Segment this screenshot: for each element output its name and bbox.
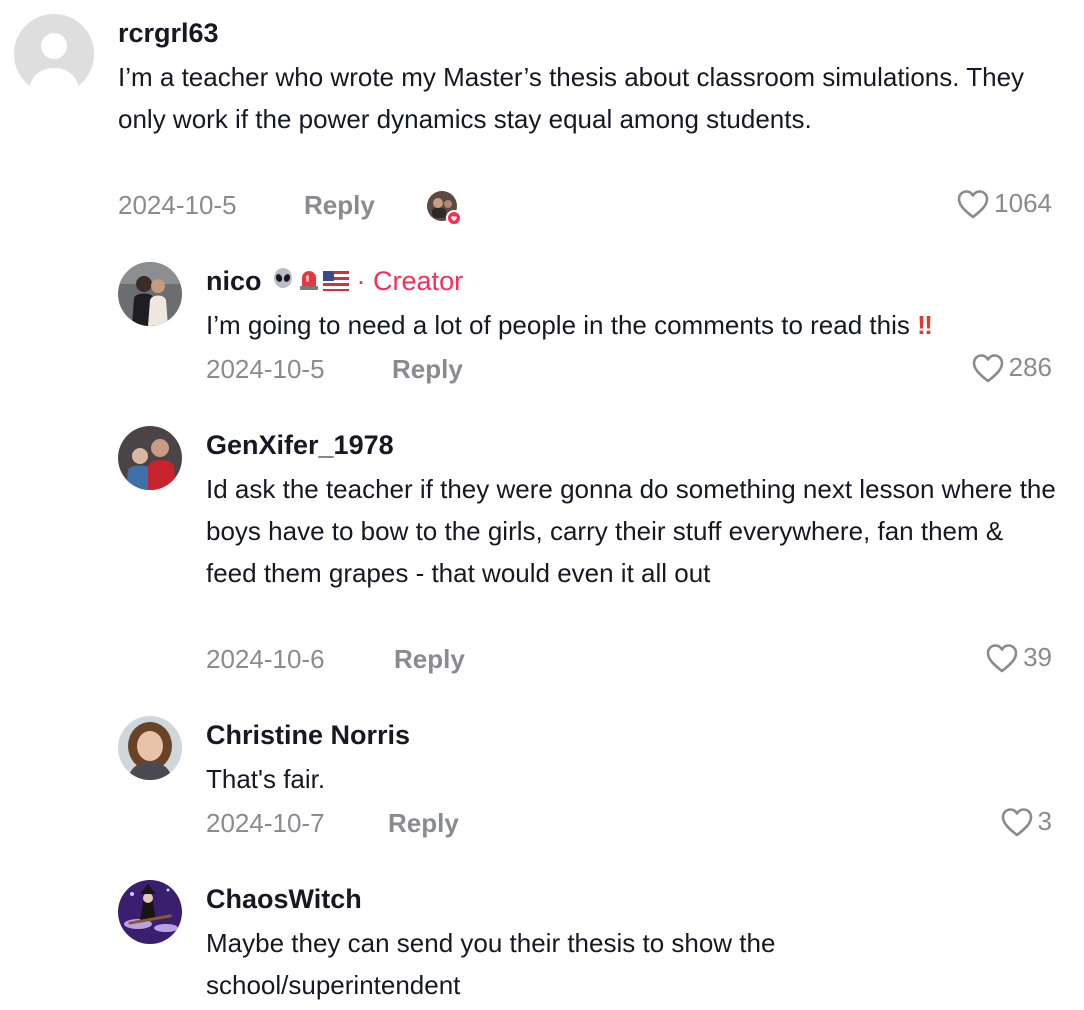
reply-button[interactable]: Reply bbox=[392, 354, 463, 385]
comment-username[interactable]: rcrgrl63 bbox=[118, 18, 219, 49]
avatar[interactable] bbox=[118, 880, 182, 944]
comment-item: ChaosWitch Maybe they can send you their… bbox=[0, 868, 1084, 1010]
comment-text: Id ask the teacher if they were gonna do… bbox=[206, 474, 1056, 588]
comment-text-row: I’m going to need a lot of people in the… bbox=[206, 304, 1066, 346]
like-button[interactable]: 286 bbox=[971, 352, 1052, 383]
comment-item: GenXifer_1978 Id ask the teacher if they… bbox=[0, 414, 1084, 684]
comment-text: I’m a teacher who wrote my Master’s thes… bbox=[118, 62, 1025, 134]
heart-outline-icon bbox=[972, 353, 1003, 382]
alien-emoji-icon bbox=[271, 267, 295, 298]
like-button[interactable]: 1064 bbox=[956, 188, 1052, 219]
avatar[interactable] bbox=[118, 262, 182, 326]
reply-button[interactable]: Reply bbox=[388, 808, 459, 839]
like-button[interactable]: 39 bbox=[985, 642, 1052, 673]
comment-date: 2024-10-6 bbox=[206, 644, 325, 674]
like-count: 3 bbox=[1037, 806, 1052, 836]
like-button[interactable]: 3 bbox=[1000, 806, 1052, 837]
creator-liked-badge-icon bbox=[426, 190, 462, 226]
comment-username[interactable]: nico bbox=[206, 266, 262, 296]
comment-username[interactable]: Christine Norris bbox=[206, 720, 410, 751]
siren-emoji-icon bbox=[297, 267, 321, 298]
comment-date: 2024-10-5 bbox=[206, 354, 325, 384]
like-count: 39 bbox=[1023, 642, 1052, 672]
reply-button[interactable]: Reply bbox=[394, 644, 465, 675]
heart-outline-icon bbox=[1001, 807, 1032, 836]
comment-username[interactable]: GenXifer_1978 bbox=[206, 430, 394, 461]
comment-username[interactable]: ChaosWitch bbox=[206, 884, 362, 915]
avatar[interactable] bbox=[118, 716, 182, 780]
avatar[interactable] bbox=[118, 426, 182, 490]
reply-button[interactable]: Reply bbox=[304, 190, 375, 221]
comment-item: Christine Norris That's fair. 2024-10-7 … bbox=[0, 704, 1084, 854]
comment-item: nico · Creator I’m going to need a lot o… bbox=[0, 250, 1084, 400]
comment-username-row: nico · Creator bbox=[206, 266, 463, 298]
like-count: 286 bbox=[1008, 352, 1052, 382]
heart-outline-icon bbox=[957, 189, 989, 218]
comment-date: 2024-10-5 bbox=[118, 190, 237, 220]
creator-label: · Creator bbox=[356, 266, 464, 296]
comment-item: rcrgrl63 I’m a teacher who wrote my Mast… bbox=[0, 0, 1084, 240]
comment-text: Maybe they can send you their thesis to … bbox=[206, 928, 776, 1000]
heart-outline-icon bbox=[986, 643, 1018, 672]
default-avatar-icon[interactable] bbox=[14, 14, 94, 94]
us-flag-emoji-icon bbox=[323, 267, 350, 298]
like-count: 1064 bbox=[994, 188, 1052, 218]
comment-text: I’m going to need a lot of people in the… bbox=[206, 310, 910, 340]
comment-text: That's fair. bbox=[206, 764, 326, 794]
comment-date: 2024-10-7 bbox=[206, 808, 325, 838]
double-exclamation-icon: ‼ bbox=[917, 310, 933, 340]
